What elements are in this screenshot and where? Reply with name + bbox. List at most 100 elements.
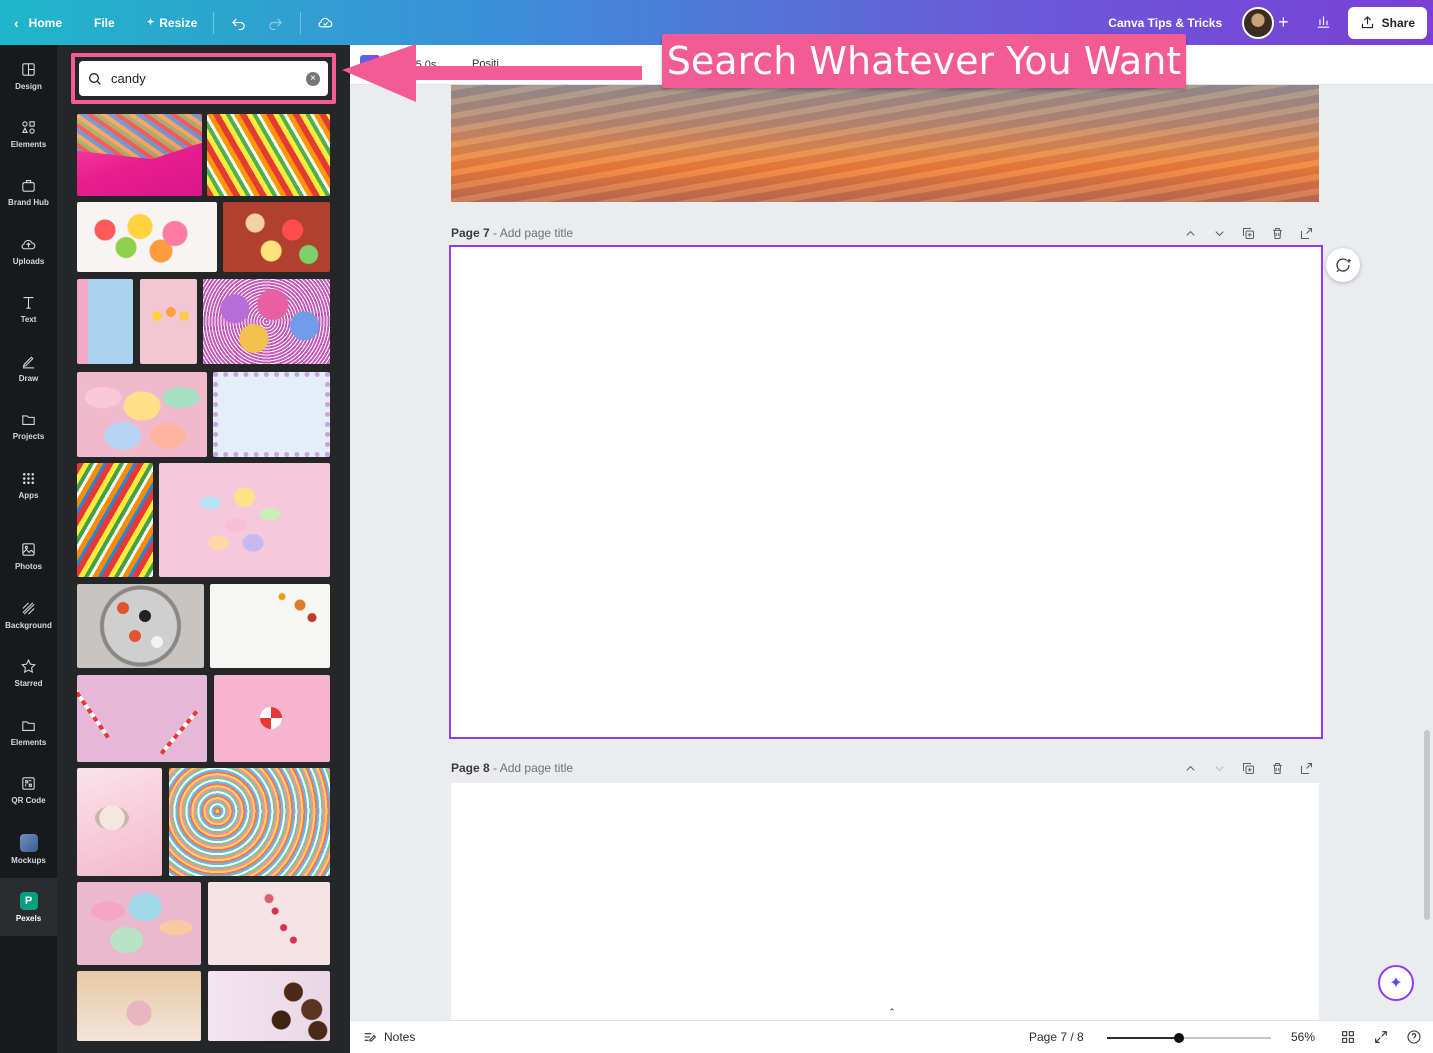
rail-item-projects[interactable]: Projects	[0, 397, 57, 455]
resize-button[interactable]: ✦ Resize	[125, 0, 208, 45]
left-rail: Design Elements Brand Hub Uploads Text D…	[0, 45, 57, 1053]
candy-thumbnail[interactable]	[203, 279, 330, 364]
vertical-scrollbar[interactable]	[1423, 90, 1431, 1020]
candy-thumbnail[interactable]	[77, 675, 207, 762]
candy-thumbnail[interactable]	[159, 463, 330, 577]
qr-icon	[22, 777, 35, 790]
rail-item-photos[interactable]: Photos	[0, 527, 57, 585]
candy-thumbnail[interactable]	[77, 882, 201, 965]
annotation-banner: Search Whatever You Want	[662, 34, 1186, 88]
grid-view-button[interactable]	[1340, 1029, 1356, 1048]
search-input[interactable]	[111, 71, 306, 86]
candy-thumbnail[interactable]	[207, 114, 330, 196]
rail-item-design[interactable]: Design	[0, 47, 57, 105]
comment-plus-icon	[1336, 258, 1351, 273]
pen-icon	[22, 356, 35, 369]
help-button[interactable]	[1406, 1029, 1422, 1048]
rail-item-qr-code[interactable]: QR Code	[0, 761, 57, 819]
folder-icon	[22, 721, 35, 731]
rail-item-pexels[interactable]: P Pexels	[0, 878, 57, 936]
page8-label[interactable]: Page 8 - Add page title	[451, 761, 573, 775]
zoom-slider-knob[interactable]	[1174, 1033, 1185, 1043]
candy-thumbnail[interactable]	[214, 675, 330, 762]
candy-thumbnail[interactable]	[77, 279, 133, 364]
image-icon	[22, 543, 35, 556]
add-page-icon[interactable]	[1299, 761, 1314, 776]
scrollbar-thumb[interactable]	[1424, 730, 1430, 920]
hatch-icon	[22, 602, 35, 615]
candy-thumbnail[interactable]	[169, 768, 330, 876]
add-page-icon[interactable]	[1299, 226, 1314, 241]
rail-item-draw[interactable]: Draw	[0, 339, 57, 397]
save-status-button[interactable]	[307, 0, 344, 45]
page7-label[interactable]: Page 7 - Add page title	[451, 226, 573, 240]
share-button[interactable]: Share	[1347, 6, 1427, 39]
candy-thumbnail[interactable]	[208, 971, 330, 1041]
home-button[interactable]: ‹ Home	[0, 0, 72, 45]
candy-thumbnail[interactable]	[77, 372, 207, 457]
candy-thumbnail[interactable]	[213, 372, 330, 457]
share-icon	[1361, 16, 1373, 29]
rail-item-brand-hub[interactable]: Brand Hub	[0, 163, 57, 221]
rail-item-apps[interactable]: Apps	[0, 456, 57, 514]
clear-search-icon[interactable]: ×	[306, 71, 320, 86]
zoom-value[interactable]: 56%	[1291, 1030, 1315, 1044]
notes-button[interactable]: Notes	[362, 1029, 415, 1045]
add-comment-button[interactable]	[1326, 248, 1360, 282]
rail-item-elements-folder[interactable]: Elements	[0, 703, 57, 761]
candy-thumbnail[interactable]	[223, 202, 330, 272]
mockup-icon	[19, 833, 38, 852]
candy-thumbnail[interactable]	[77, 114, 202, 196]
page-count-button[interactable]: Page 7 / 8	[1029, 1030, 1084, 1044]
candy-thumbnail[interactable]	[210, 584, 330, 668]
home-label: Home	[28, 15, 63, 30]
file-menu-button[interactable]: File	[72, 0, 125, 45]
plus-icon[interactable]: +	[1278, 12, 1289, 33]
candy-thumbnail[interactable]	[77, 202, 217, 272]
rail-item-starred[interactable]: Starred	[0, 644, 57, 702]
rail-item-elements[interactable]: Elements	[0, 105, 57, 163]
candy-thumbnail[interactable]	[77, 971, 201, 1041]
page8-canvas[interactable]	[451, 783, 1319, 1020]
candy-thumbnail[interactable]	[77, 584, 204, 668]
expand-icon	[1375, 1031, 1387, 1043]
candy-thumbnail[interactable]	[140, 279, 197, 364]
chevron-down-icon[interactable]	[1212, 761, 1227, 776]
chevron-up-icon[interactable]	[1183, 761, 1198, 776]
magic-assistant-button[interactable]: ✦	[1378, 965, 1414, 1001]
help-icon	[1407, 1030, 1421, 1044]
rail-item-mockups[interactable]: Mockups	[0, 820, 57, 878]
folder-icon	[22, 415, 35, 425]
chevron-up-icon[interactable]	[1183, 226, 1198, 241]
show-pages-handle[interactable]: ⌃	[862, 1007, 922, 1020]
grid-icon	[22, 472, 35, 485]
text-icon	[23, 297, 34, 309]
notes-icon	[364, 1033, 377, 1042]
grid-view-icon	[1342, 1031, 1354, 1043]
trash-icon[interactable]	[1270, 226, 1285, 241]
pexels-icon: P	[19, 891, 38, 910]
duplicate-icon[interactable]	[1241, 761, 1256, 776]
insights-button[interactable]	[1309, 13, 1338, 33]
avatar[interactable]	[1242, 6, 1275, 39]
sparkle-icon: ✦	[1389, 975, 1403, 992]
search-box[interactable]: ×	[79, 61, 328, 96]
candy-thumbnail[interactable]	[208, 882, 330, 965]
candy-thumbnail[interactable]	[77, 768, 162, 876]
page8-tools	[1183, 761, 1314, 776]
zoom-slider[interactable]	[1107, 1033, 1271, 1043]
page7-canvas[interactable]	[449, 245, 1323, 739]
page7-tools	[1183, 226, 1314, 241]
candy-thumbnail[interactable]	[77, 463, 153, 577]
fullscreen-button[interactable]	[1373, 1029, 1389, 1048]
editor-canvas: ◷ 5.0s Positi Page 7 - Add page title Pa…	[350, 45, 1433, 1020]
chevron-down-icon[interactable]	[1212, 226, 1227, 241]
rail-item-uploads[interactable]: Uploads	[0, 222, 57, 280]
duplicate-icon[interactable]	[1241, 226, 1256, 241]
rail-item-text[interactable]: Text	[0, 280, 57, 338]
rail-item-background[interactable]: Background	[0, 586, 57, 644]
trash-icon[interactable]	[1270, 761, 1285, 776]
chevron-left-icon: ‹	[14, 14, 19, 31]
undo-button[interactable]	[220, 0, 257, 45]
redo-button[interactable]	[257, 0, 294, 45]
